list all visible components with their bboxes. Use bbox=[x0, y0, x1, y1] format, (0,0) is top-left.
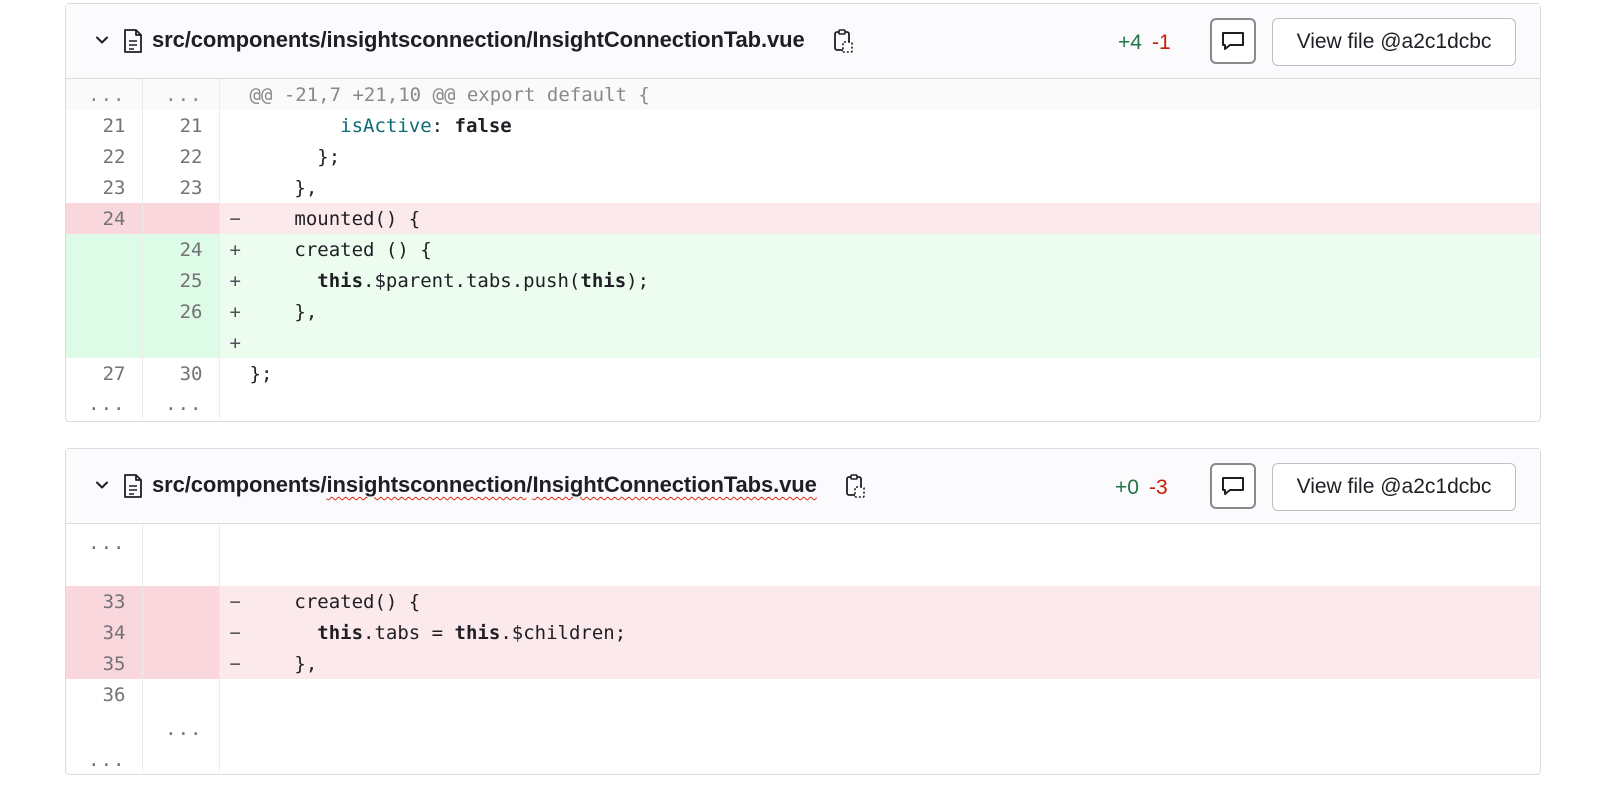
expand-lines[interactable]: ... bbox=[66, 389, 143, 419]
diff-line-expand: ... bbox=[66, 710, 1540, 748]
file-icon bbox=[124, 29, 142, 53]
new-line-number[interactable]: ... bbox=[142, 79, 220, 110]
diff-line-added: 26 + }, bbox=[66, 296, 1540, 327]
new-line-number[interactable] bbox=[142, 617, 220, 648]
old-line-number[interactable]: 27 bbox=[66, 358, 143, 389]
diff-line-expand: ... bbox=[66, 524, 1540, 586]
new-line-number[interactable]: 25 bbox=[142, 265, 220, 296]
deletions-count: -3 bbox=[1148, 476, 1168, 499]
diff-table: ... ... @@ -21,7 +21,10 @@ export defaul… bbox=[66, 79, 1540, 419]
new-line-number[interactable]: 22 bbox=[142, 141, 220, 172]
diff-line-context: 36 bbox=[66, 679, 1540, 710]
comment-button[interactable] bbox=[1210, 463, 1256, 509]
view-file-button[interactable]: View file @a2c1dcbc bbox=[1272, 463, 1516, 511]
code-line: + bbox=[219, 327, 1540, 358]
code-line bbox=[219, 524, 1540, 586]
old-line-number[interactable]: 24 bbox=[66, 203, 143, 234]
new-line-number[interactable] bbox=[142, 203, 220, 234]
diff-line-removed: 34 − this.tabs = this.$children; bbox=[66, 617, 1540, 648]
diff-line-added: + bbox=[66, 327, 1540, 358]
old-line-number[interactable]: 36 bbox=[66, 679, 143, 710]
new-line-number[interactable] bbox=[142, 748, 220, 772]
old-line-number[interactable] bbox=[66, 327, 143, 358]
old-line-number[interactable] bbox=[66, 296, 143, 327]
code-line: − }, bbox=[219, 648, 1540, 679]
diff-line-removed: 35 − }, bbox=[66, 648, 1540, 679]
file-path[interactable]: src/components/insightsconnection/Insigh… bbox=[152, 472, 817, 498]
new-line-number[interactable]: 30 bbox=[142, 358, 220, 389]
hunk-header-row: ... ... @@ -21,7 +21,10 @@ export defaul… bbox=[66, 79, 1540, 110]
old-line-number[interactable]: 35 bbox=[66, 648, 143, 679]
old-line-number[interactable]: ... bbox=[66, 79, 143, 110]
code-line bbox=[219, 748, 1540, 772]
expand-lines[interactable]: ... bbox=[142, 710, 220, 748]
diff-line-added: 24 + created () { bbox=[66, 234, 1540, 265]
copy-to-clipboard-icon[interactable] bbox=[844, 473, 866, 499]
file-path[interactable]: src/components/insightsconnection/Insigh… bbox=[152, 27, 805, 53]
comment-button[interactable] bbox=[1210, 18, 1256, 64]
new-line-number[interactable] bbox=[142, 327, 220, 358]
expand-lines[interactable]: ... bbox=[66, 524, 143, 586]
new-line-number[interactable]: 21 bbox=[142, 110, 220, 141]
diff-line-context: 22 22 }; bbox=[66, 141, 1540, 172]
file-header: src/components/insightsconnection/Insigh… bbox=[66, 449, 1540, 524]
code-line bbox=[219, 389, 1540, 419]
diff-line-removed: 33 − created() { bbox=[66, 586, 1540, 617]
code-line: − mounted() { bbox=[219, 203, 1540, 234]
old-line-number[interactable]: 33 bbox=[66, 586, 143, 617]
diff-file: src/components/insightsconnection/Insigh… bbox=[65, 448, 1541, 775]
copy-to-clipboard-icon[interactable] bbox=[832, 28, 854, 54]
comment-icon bbox=[1222, 32, 1244, 50]
new-line-number[interactable] bbox=[142, 648, 220, 679]
old-line-number[interactable]: 21 bbox=[66, 110, 143, 141]
diff-line-expand: ... ... bbox=[66, 389, 1540, 419]
diff-line-context: 27 30 }; bbox=[66, 358, 1540, 389]
old-line-number[interactable] bbox=[66, 265, 143, 296]
code-line: − this.tabs = this.$children; bbox=[219, 617, 1540, 648]
new-line-number[interactable] bbox=[142, 586, 220, 617]
diff-table: ... 33 − created() { 34 − this.tabs = th… bbox=[66, 524, 1540, 772]
code-line bbox=[219, 679, 1540, 710]
hunk-header: @@ -21,7 +21,10 @@ export default { bbox=[219, 79, 1540, 110]
code-line: + }, bbox=[219, 296, 1540, 327]
diff-line-context: 21 21 isActive: false bbox=[66, 110, 1540, 141]
old-line-number[interactable]: 34 bbox=[66, 617, 143, 648]
old-line-number[interactable]: 23 bbox=[66, 172, 143, 203]
deletions-count: -1 bbox=[1151, 31, 1171, 54]
new-line-number[interactable] bbox=[142, 679, 220, 710]
new-line-number[interactable]: 23 bbox=[142, 172, 220, 203]
chevron-down-icon[interactable] bbox=[94, 32, 110, 48]
diff-stats: +0 -3 bbox=[1115, 476, 1168, 500]
old-line-number[interactable] bbox=[66, 234, 143, 265]
code-line: + this.$parent.tabs.push(this); bbox=[219, 265, 1540, 296]
comment-icon bbox=[1222, 477, 1244, 495]
diff-file: src/components/insightsconnection/Insigh… bbox=[65, 3, 1541, 422]
code-line: − created() { bbox=[219, 586, 1540, 617]
file-icon bbox=[124, 474, 142, 498]
diff-line-expand: ... bbox=[66, 748, 1540, 772]
additions-count: +0 bbox=[1115, 476, 1139, 499]
new-line-number[interactable]: 26 bbox=[142, 296, 220, 327]
diff-line-added: 25 + this.$parent.tabs.push(this); bbox=[66, 265, 1540, 296]
code-line: }; bbox=[271, 145, 341, 168]
chevron-down-icon[interactable] bbox=[94, 477, 110, 493]
code-line bbox=[219, 710, 1540, 748]
additions-count: +4 bbox=[1118, 31, 1142, 54]
old-line-number[interactable] bbox=[66, 710, 143, 748]
expand-lines[interactable]: ... bbox=[66, 748, 143, 772]
view-file-button[interactable]: View file @a2c1dcbc bbox=[1272, 18, 1516, 66]
expand-lines[interactable]: ... bbox=[142, 389, 220, 419]
diff-line-context: 23 23 }, bbox=[66, 172, 1540, 203]
code-line: }, bbox=[271, 176, 318, 199]
diff-stats: +4 -1 bbox=[1118, 31, 1171, 55]
new-line-number[interactable] bbox=[142, 524, 220, 586]
code-line: }; bbox=[249, 362, 273, 385]
old-line-number[interactable]: 22 bbox=[66, 141, 143, 172]
code-line: isActive: false bbox=[340, 114, 512, 137]
file-header: src/components/insightsconnection/Insigh… bbox=[66, 4, 1540, 79]
code-line: + created () { bbox=[219, 234, 1540, 265]
new-line-number[interactable]: 24 bbox=[142, 234, 220, 265]
diff-line-removed: 24 − mounted() { bbox=[66, 203, 1540, 234]
